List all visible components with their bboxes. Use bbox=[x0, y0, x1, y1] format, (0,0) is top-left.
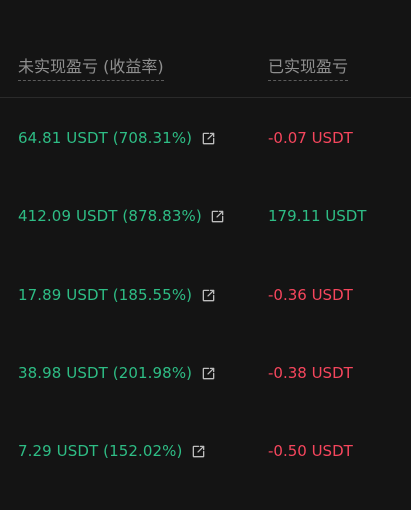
position-row: 7.29 USDT (152.02%) -0.50 USDT bbox=[0, 439, 411, 463]
external-link-icon[interactable] bbox=[200, 287, 216, 303]
realized-pnl-value: -0.38 USDT bbox=[268, 364, 353, 382]
unrealized-pnl-value: 64.81 USDT (708.31%) bbox=[18, 129, 193, 147]
unrealized-pnl-value: 7.29 USDT (152.02%) bbox=[18, 442, 183, 460]
position-row: 38.98 USDT (201.98%) -0.38 USDT bbox=[0, 361, 411, 385]
unrealized-pnl-cell: 7.29 USDT (152.02%) bbox=[18, 439, 207, 463]
position-row: 17.89 USDT (185.55%) -0.36 USDT bbox=[0, 283, 411, 307]
unrealized-pnl-value: 17.89 USDT (185.55%) bbox=[18, 286, 193, 304]
unrealized-pnl-cell: 412.09 USDT (878.83%) bbox=[18, 204, 226, 228]
external-link-icon[interactable] bbox=[200, 365, 216, 381]
table-header: 未实现盈亏 (收益率) 已实现盈亏 bbox=[0, 0, 411, 98]
realized-pnl-value: -0.07 USDT bbox=[268, 129, 353, 147]
external-link-icon[interactable] bbox=[210, 208, 226, 224]
realized-pnl-value: -0.50 USDT bbox=[268, 442, 353, 460]
external-link-icon[interactable] bbox=[191, 443, 207, 459]
position-row: 64.81 USDT (708.31%) -0.07 USDT bbox=[0, 126, 411, 150]
unrealized-pnl-cell: 38.98 USDT (201.98%) bbox=[18, 361, 216, 385]
realized-pnl-header[interactable]: 已实现盈亏 bbox=[268, 57, 349, 81]
position-row: 412.09 USDT (878.83%) 179.11 USDT bbox=[0, 204, 411, 228]
unrealized-pnl-cell: 64.81 USDT (708.31%) bbox=[18, 126, 216, 150]
unrealized-pnl-header[interactable]: 未实现盈亏 (收益率) bbox=[18, 57, 164, 81]
unrealized-pnl-value: 38.98 USDT (201.98%) bbox=[18, 364, 193, 382]
realized-pnl-value: 179.11 USDT bbox=[268, 207, 367, 225]
unrealized-pnl-value: 412.09 USDT (878.83%) bbox=[18, 207, 202, 225]
realized-pnl-value: -0.36 USDT bbox=[268, 286, 353, 304]
unrealized-pnl-cell: 17.89 USDT (185.55%) bbox=[18, 283, 216, 307]
external-link-icon[interactable] bbox=[200, 130, 216, 146]
